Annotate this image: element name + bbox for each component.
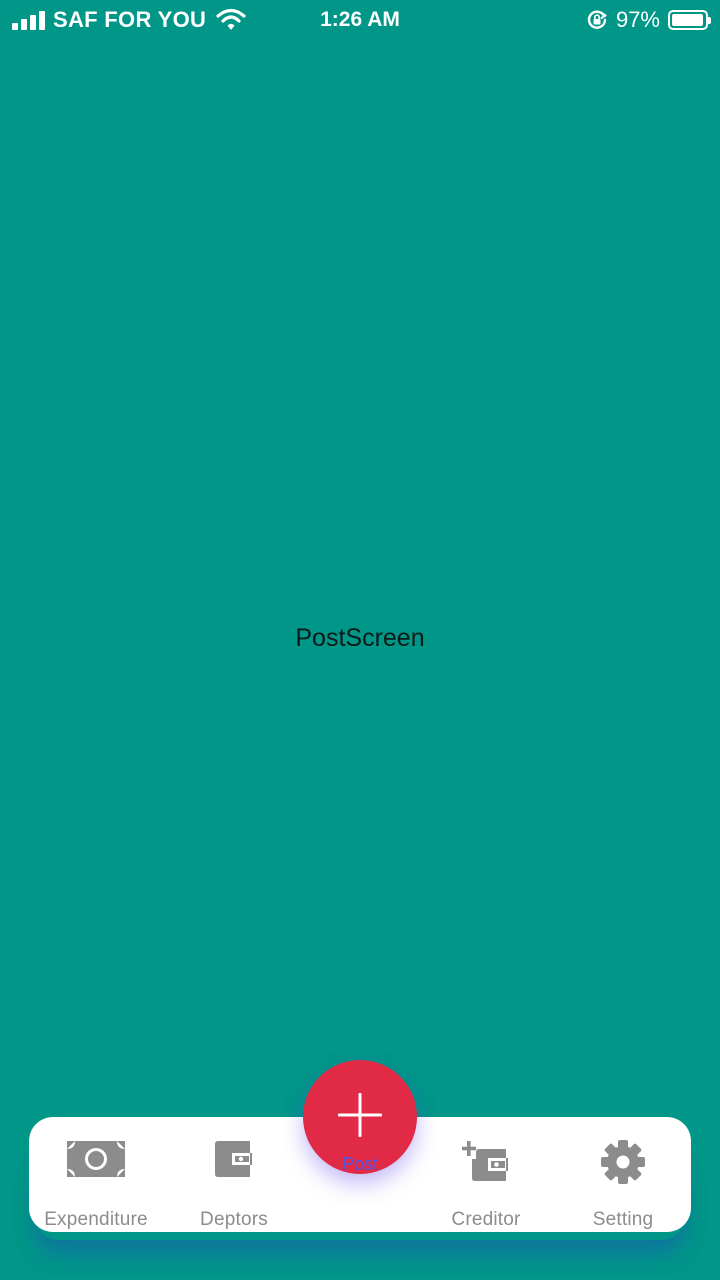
tab-label-setting: Setting (592, 1209, 654, 1230)
orientation-lock-icon (587, 10, 607, 29)
wallet-icon (215, 1141, 252, 1177)
status-bar: SAF FOR YOU 1:26 AM 97% (0, 0, 720, 40)
tab-label-creditor: Creditor (451, 1209, 521, 1230)
battery-icon (668, 10, 711, 30)
tab-creditor[interactable]: Creditor (411, 1117, 561, 1232)
add-wallet-icon (462, 1141, 508, 1181)
tab-setting[interactable]: Setting (548, 1117, 698, 1232)
tab-expenditure[interactable]: Expenditure (21, 1117, 171, 1232)
tab-label-deptors: Deptors (200, 1209, 268, 1230)
screen-title: PostScreen (295, 624, 425, 652)
gear-icon (601, 1140, 645, 1184)
tab-deptors[interactable]: Deptors (159, 1117, 309, 1232)
battery-percent: 97% (615, 7, 660, 32)
plus-icon (338, 1093, 382, 1137)
status-right: 97% (586, 6, 711, 34)
tab-label-post[interactable]: Post (303, 1154, 417, 1175)
money-icon (67, 1141, 125, 1177)
tab-label-expenditure: Expenditure (44, 1209, 148, 1230)
